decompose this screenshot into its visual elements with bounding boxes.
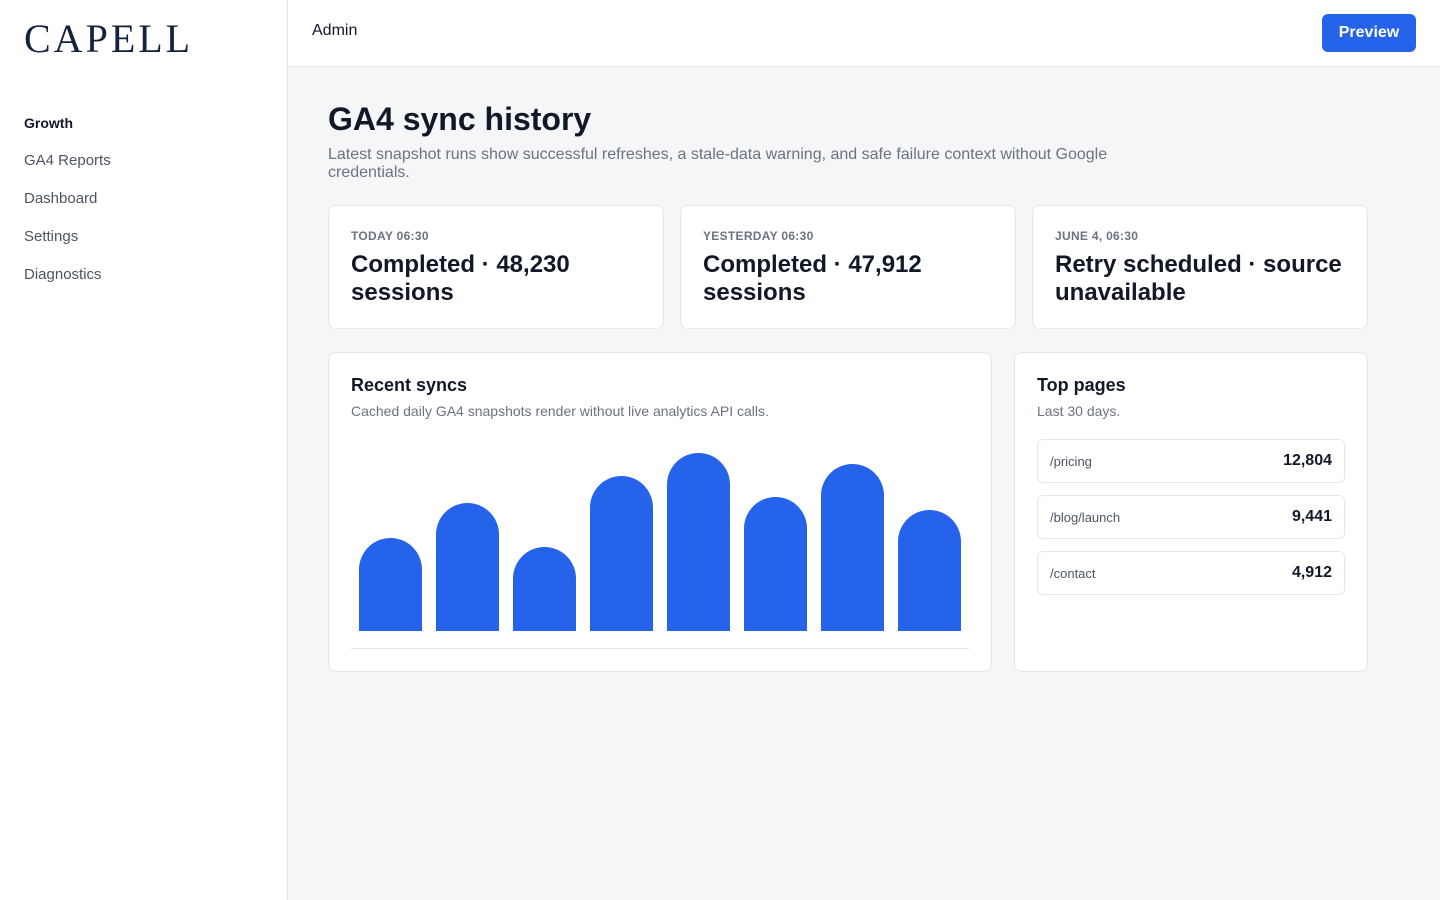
chart-bar (590, 476, 653, 631)
top-pages-panel: Top pages Last 30 days. /pricing 12,804 … (1014, 352, 1368, 672)
topbar-title: Admin (312, 22, 358, 39)
sync-bar-chart (351, 443, 969, 649)
top-pages-title: Top pages (1037, 375, 1126, 395)
top-pages-subtitle: Last 30 days. (1037, 403, 1121, 419)
page-count: 9,441 (1291, 508, 1332, 525)
main-content: GA4 sync history Latest snapshot runs sh… (328, 100, 1368, 672)
page-count: 12,804 (1283, 452, 1332, 469)
page-count: 4,912 (1291, 564, 1332, 581)
chart-bar (821, 464, 884, 631)
status-card-yesterday: YESTERDAY 06:30 Completed · 47,912 sessi… (680, 205, 1016, 329)
sidebar-item-dashboard[interactable]: Dashboard (24, 188, 111, 210)
card-label: JUNE 4, 06:30 (1055, 229, 1139, 243)
card-label: YESTERDAY 06:30 (703, 229, 814, 243)
card-label: TODAY 06:30 (351, 229, 429, 243)
top-page-row[interactable]: /pricing 12,804 (1037, 439, 1345, 483)
recent-syncs-panel: Recent syncs Cached daily GA4 snapshots … (328, 352, 992, 672)
sidebar-item-diagnostics[interactable]: Diagnostics (24, 264, 111, 286)
chart-baseline (351, 648, 969, 649)
status-card-today: TODAY 06:30 Completed · 48,230 sessions (328, 205, 664, 329)
card-value: Completed · 47,912 sessions (703, 251, 922, 306)
card-value: Completed · 48,230 sessions (351, 251, 570, 306)
chart-bar (667, 453, 730, 631)
chart-bar (898, 510, 961, 631)
chart-bar (513, 547, 576, 631)
top-page-row[interactable]: /blog/launch 9,441 (1037, 495, 1345, 539)
top-bar: Admin Preview (288, 0, 1440, 67)
sidebar-item-ga4-reports[interactable]: GA4 Reports (24, 150, 111, 172)
chart-bar (744, 497, 807, 631)
recent-syncs-subtitle: Cached daily GA4 snapshots render withou… (351, 403, 769, 419)
sidebar-nav: Growth GA4 Reports Dashboard Settings Di… (24, 112, 111, 302)
top-pages-list: /pricing 12,804 /blog/launch 9,441 /cont… (1037, 439, 1345, 607)
chart-bar (436, 503, 499, 631)
page-title: GA4 sync history (328, 101, 592, 137)
chart-bar (359, 538, 422, 631)
top-page-row[interactable]: /contact 4,912 (1037, 551, 1345, 595)
sidebar-item-settings[interactable]: Settings (24, 226, 111, 248)
preview-button[interactable]: Preview (1322, 14, 1416, 52)
card-value: Retry scheduled · source unavailable (1055, 251, 1342, 306)
page-path: /pricing (1050, 453, 1092, 469)
brand-logo[interactable]: CAPELL (24, 18, 193, 60)
page-subtitle: Latest snapshot runs show successful ref… (328, 146, 1108, 181)
sidebar: CAPELL Growth GA4 Reports Dashboard Sett… (0, 0, 288, 900)
page-path: /blog/launch (1050, 509, 1121, 525)
recent-syncs-title: Recent syncs (351, 375, 468, 395)
page-path: /contact (1050, 565, 1096, 581)
status-cards: TODAY 06:30 Completed · 48,230 sessions … (328, 205, 1368, 329)
nav-section-growth: Growth (24, 115, 73, 131)
status-card-june-4: JUNE 4, 06:30 Retry scheduled · source u… (1032, 205, 1368, 329)
